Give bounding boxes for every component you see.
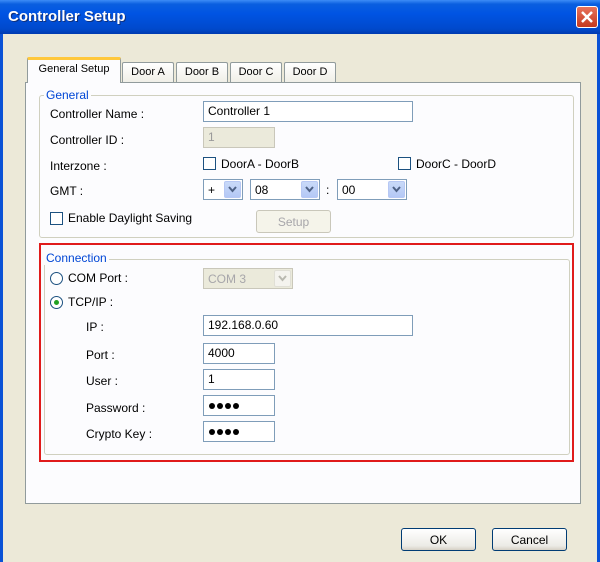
general-legend: General — [44, 88, 91, 102]
gmt-sign-value: + — [208, 183, 216, 197]
connection-highlight-box — [39, 243, 574, 462]
interzone-ab-checkbox[interactable] — [203, 157, 216, 170]
gmt-minutes-value: 00 — [342, 183, 356, 197]
window-title: Controller Setup — [8, 8, 126, 25]
controller-id-label: Controller ID : — [50, 133, 125, 147]
chevron-down-icon[interactable] — [388, 181, 405, 198]
window-border-left — [0, 34, 3, 562]
controller-name-label: Controller Name : — [50, 107, 145, 121]
close-button[interactable] — [576, 6, 598, 28]
ok-button[interactable]: OK — [401, 528, 476, 551]
controller-id-input: 1 — [203, 127, 275, 148]
gmt-hours-value: 08 — [255, 183, 269, 197]
controller-setup-dialog: Controller Setup General Setup Door A Do… — [0, 0, 600, 562]
tab-door-a[interactable]: Door A — [122, 62, 174, 82]
gmt-hours-select[interactable]: 08 — [250, 179, 320, 200]
tab-door-b[interactable]: Door B — [176, 62, 228, 82]
controller-name-input[interactable]: Controller 1 — [203, 101, 413, 122]
close-icon — [581, 11, 593, 23]
daylight-saving-label: Enable Daylight Saving — [68, 211, 193, 225]
interzone-cd-label: DoorC - DoorD — [416, 157, 497, 171]
tab-general-setup[interactable]: General Setup — [27, 57, 121, 83]
gmt-sign-select[interactable]: + — [203, 179, 243, 200]
interzone-ab-label: DoorA - DoorB — [221, 157, 300, 171]
gmt-label: GMT : — [50, 184, 84, 198]
tab-door-d[interactable]: Door D — [284, 62, 336, 82]
cancel-button[interactable]: Cancel — [492, 528, 567, 551]
chevron-down-icon[interactable] — [224, 181, 241, 198]
daylight-saving-checkbox[interactable] — [50, 212, 63, 225]
chevron-down-icon[interactable] — [301, 181, 318, 198]
interzone-label: Interzone : — [50, 159, 107, 173]
interzone-cd-checkbox[interactable] — [398, 157, 411, 170]
tab-door-c[interactable]: Door C — [230, 62, 282, 82]
title-bar[interactable]: Controller Setup — [0, 0, 600, 34]
gmt-separator: : — [326, 183, 330, 197]
setup-button[interactable]: Setup — [256, 210, 331, 233]
gmt-minutes-select[interactable]: 00 — [337, 179, 407, 200]
